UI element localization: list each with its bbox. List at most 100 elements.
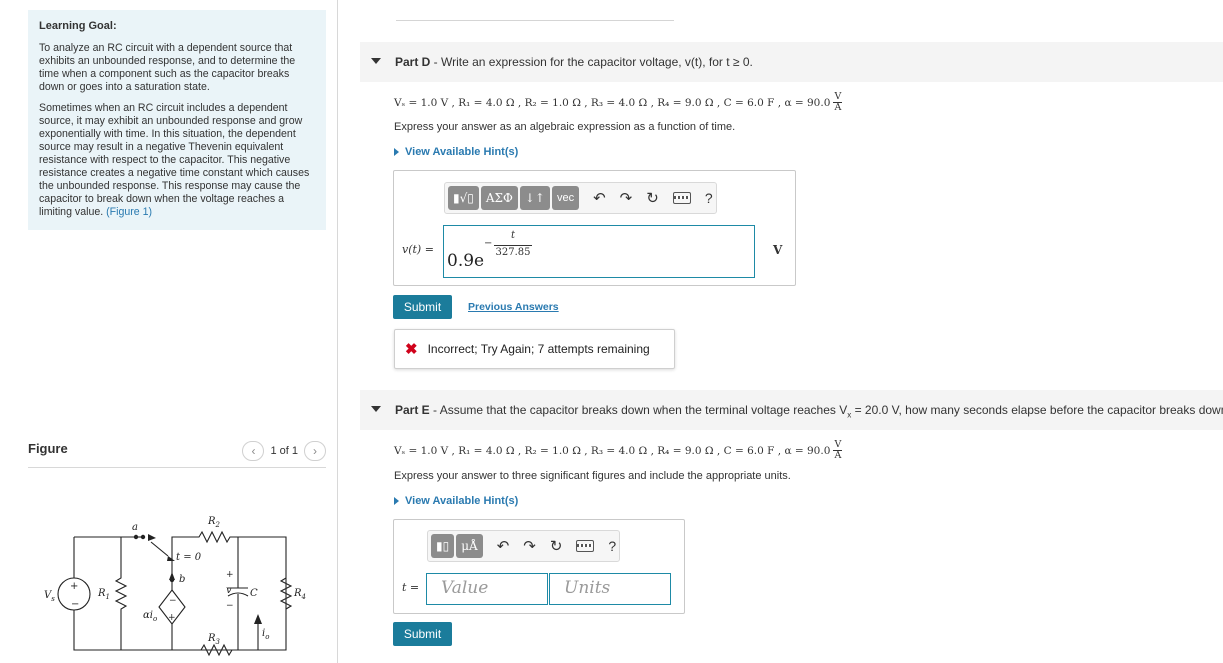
templates-button[interactable]: ▮▯ [431,534,455,558]
part-d-hint-link[interactable]: View Available Hint(s) [394,146,518,158]
greek-icon: ΑΣΦ [485,191,513,205]
part-d-alpha-unit: VA [833,91,843,113]
vec-icon: vec [556,192,575,204]
reset-icon[interactable]: ↻ [646,189,659,207]
part-d-label: Part D [395,55,431,69]
part-e-instructions: Express your answer to three significant… [394,470,791,482]
top-divider [396,20,674,21]
keyboard-icon[interactable] [576,540,595,552]
chevron-left-icon: ‹ [251,444,256,458]
part-d-question: Part D - Write an expression for the cap… [395,55,753,69]
keyboard-icon[interactable] [672,192,691,204]
redo-icon[interactable]: ↷ [523,537,536,555]
arrows-icon: ↓↑ [524,191,545,205]
part-e-label: Part E [395,403,430,417]
part-d-hint-text: View Available Hint(s) [405,146,519,158]
close-x-icon: ✖ [405,341,418,358]
label-r1: R1 [97,588,110,601]
unit-num: V [834,439,842,450]
part-e-question-end: = 20.0 V, how many seconds elapse before… [851,403,1223,417]
chevron-right-icon: › [313,444,317,458]
part-d-header[interactable]: Part D - Write an expression for the cap… [360,42,1223,82]
exponent-numerator: t [510,230,516,241]
prev-figure-button[interactable]: ‹ [242,441,265,461]
previous-answers-link[interactable]: Previous Answers [468,301,559,313]
unit-den: A [834,102,842,113]
part-e-submit-button[interactable]: Submit [393,622,452,646]
answer-base: 0.9e [447,251,485,271]
part-d-feedback-text: Incorrect; Try Again; 7 attempts remaini… [427,342,650,356]
templates-icon: ▮▯ [436,539,450,553]
label-v: v [226,585,232,596]
collapse-triangle-icon [371,58,381,64]
part-e-header[interactable]: Part E - Assume that the capacitor break… [360,390,1223,430]
part-e-hint-text: View Available Hint(s) [405,495,519,507]
greek-button[interactable]: ΑΣΦ [480,186,518,210]
undo-icon[interactable]: ↶ [593,189,606,207]
figure-pager-text: 1 of 1 [270,445,298,457]
part-d-feedback: ✖ Incorrect; Try Again; 7 attempts remai… [394,329,675,369]
part-d-math-toolbar: ▮√▯ ΑΣΦ ↓↑ vec ↶ ↷ ↻ ? [444,182,717,214]
part-e-hint-link[interactable]: View Available Hint(s) [394,495,518,507]
part-e-question-text: - Assume that the capacitor breaks down … [429,403,848,417]
redo-icon[interactable]: ↷ [620,189,633,207]
circuit-diagram: Vs + − R1 a R2 t = 0 b αio − + + v − C R… [44,516,306,657]
figure-header: Figure ‹ 1 of 1 › [28,440,326,468]
label-t0: t = 0 [176,552,202,563]
reset-icon[interactable]: ↻ [550,537,563,555]
exponent-denominator: 327.85 [495,247,531,258]
part-d-var-label: v(t) = [402,243,434,256]
part-d-given-text: Vₛ = 1.0 V , R₁ = 4.0 Ω , R₂ = 1.0 Ω , R… [394,96,831,109]
label-r3: R3 [207,633,221,646]
next-figure-button[interactable]: › [304,441,326,461]
part-e-var-label: t = [402,581,420,594]
label-b: b [179,574,185,585]
value-input[interactable]: Value [426,573,548,605]
learning-goal-box: Learning Goal: To analyze an RC circuit … [28,10,326,230]
units-button[interactable]: μÅ [456,534,483,558]
part-d-unit: V [773,243,783,257]
left-panel: Learning Goal: To analyze an RC circuit … [0,0,338,663]
expand-triangle-icon [394,497,399,505]
figure-title: Figure [28,441,68,456]
learning-goal-paragraph-2-text: Sometimes when an RC circuit includes a … [39,102,310,218]
part-d-submit-button[interactable]: Submit [393,295,452,319]
unit-den: A [834,450,842,461]
subscript-button[interactable]: ↓↑ [519,186,550,210]
part-e-alpha-unit: VA [833,439,843,461]
part-d-question-text: - Write an expression for the capacitor … [430,55,753,69]
part-e-answer-box: ▮▯ μÅ ↶ ↷ ↻ ? t = Value Units [393,519,685,614]
part-e-math-toolbar: ▮▯ μÅ ↶ ↷ ↻ ? [427,530,621,562]
part-d-answer-box: ▮√▯ ΑΣΦ ↓↑ vec ↶ ↷ ↻ ? v(t) = 0.9e − t 3… [393,170,796,286]
part-e-given-values: Vₛ = 1.0 V , R₁ = 4.0 Ω , R₂ = 1.0 Ω , R… [394,439,843,461]
figure-link[interactable]: (Figure 1) [106,206,152,218]
help-icon[interactable]: ? [705,190,713,206]
exponent-fraction-bar [494,245,532,246]
part-d-given-values: Vₛ = 1.0 V , R₁ = 4.0 Ω , R₂ = 1.0 Ω , R… [394,91,843,113]
templates-button[interactable]: ▮√▯ [448,186,479,210]
learning-goal-paragraph-1: To analyze an RC circuit with a dependen… [39,42,296,93]
part-d-answer-input[interactable]: 0.9e − t 327.85 [443,225,755,278]
part-e-question: Part E - Assume that the capacitor break… [395,403,1223,419]
units-input[interactable]: Units [549,573,671,605]
label-plus-vs: + [70,581,78,592]
label-io: io [262,628,269,641]
label-plus-cap: + [226,570,234,580]
label-a: a [132,522,138,533]
label-plus-dep: + [168,613,176,623]
label-r4: R4 [293,588,306,601]
exponent-sign: − [484,238,493,249]
label-minus-dep: − [169,596,177,606]
expand-triangle-icon [394,148,399,156]
help-icon[interactable]: ? [608,538,616,554]
undo-icon[interactable]: ↶ [497,537,510,555]
vec-button[interactable]: vec [551,186,580,210]
part-d-instructions: Express your answer as an algebraic expr… [394,121,736,133]
templates-icon: ▮√▯ [453,191,474,205]
part-e-given-text: Vₛ = 1.0 V , R₁ = 4.0 Ω , R₂ = 1.0 Ω , R… [394,444,831,457]
learning-goal-paragraph-2: Sometimes when an RC circuit includes a … [39,102,316,219]
figure-pager: ‹ 1 of 1 › [242,441,326,461]
unit-num: V [834,91,842,102]
label-vs: Vs [44,590,55,603]
label-r2: R2 [207,516,221,529]
